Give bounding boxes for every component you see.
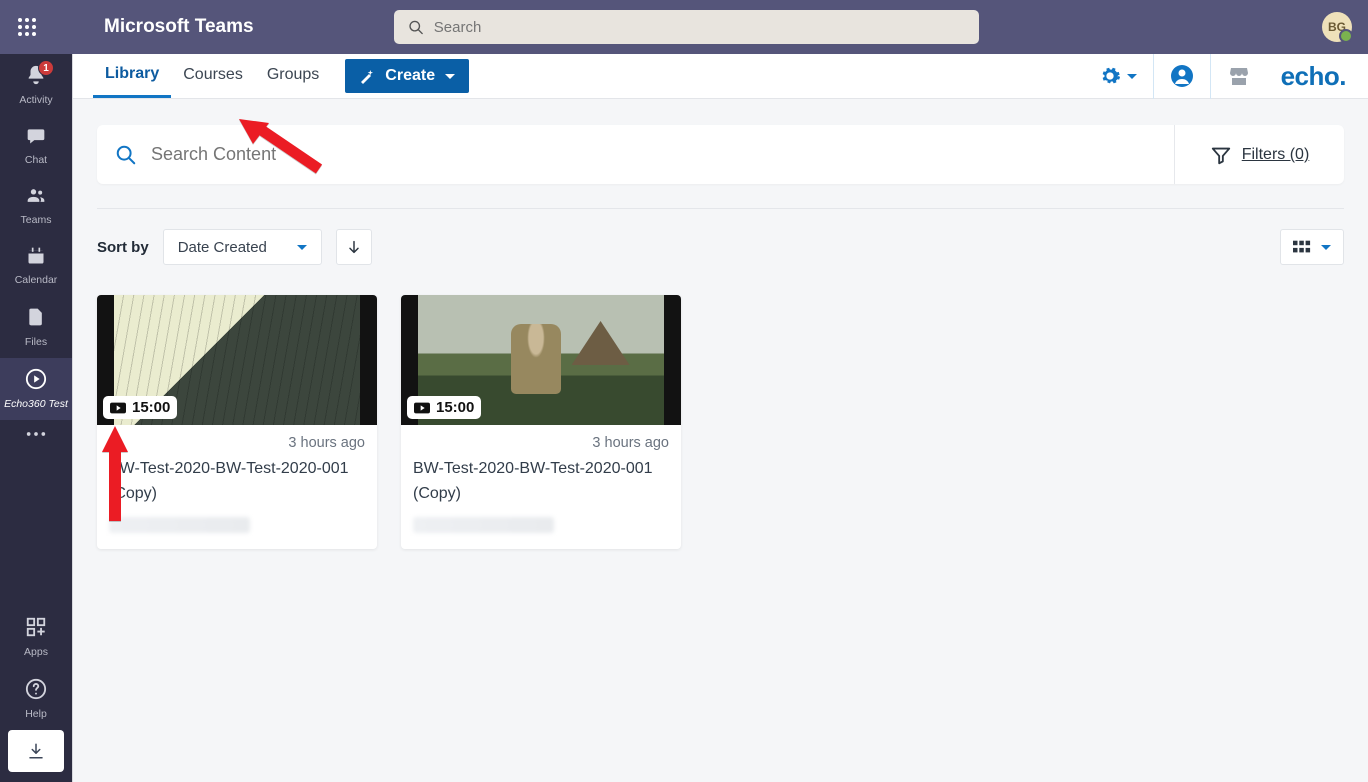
rail-label: Files xyxy=(25,336,47,348)
echo-nav-bar: Library Courses Groups Create echo. xyxy=(73,54,1368,99)
tab-courses[interactable]: Courses xyxy=(171,57,255,96)
card-date: 3 hours ago xyxy=(109,435,365,451)
store-icon xyxy=(1227,64,1251,88)
chevron-down-icon xyxy=(297,245,307,250)
store-button[interactable] xyxy=(1210,54,1267,99)
play-icon xyxy=(414,402,430,414)
sort-direction-button[interactable] xyxy=(336,229,372,265)
profile-menu[interactable]: BG xyxy=(1322,12,1352,42)
rail-label: Teams xyxy=(21,214,52,226)
card-owner-blurred xyxy=(413,517,554,533)
content-area: Library Courses Groups Create echo. xyxy=(72,54,1368,782)
activity-badge: 1 xyxy=(38,60,54,76)
rail-item-help[interactable]: Help xyxy=(0,668,72,730)
media-card[interactable]: 15:00 3 hours ago BW-Test-2020-BW-Test-2… xyxy=(97,295,377,549)
global-search[interactable] xyxy=(394,10,979,44)
teams-top-bar: Microsoft Teams BG xyxy=(0,0,1368,54)
app-rail: 1 Activity Chat Teams Calendar Files Ech… xyxy=(0,54,72,782)
rail-item-apps[interactable]: Apps xyxy=(0,606,72,668)
help-icon xyxy=(25,678,47,700)
settings-button[interactable] xyxy=(1083,54,1153,99)
more-icon xyxy=(25,430,47,438)
rail-item-teams[interactable]: Teams xyxy=(0,176,72,236)
sort-label: Sort by xyxy=(97,239,149,256)
play-icon xyxy=(110,402,126,414)
create-label: Create xyxy=(385,67,435,85)
sort-toolbar: Sort by Date Created xyxy=(97,229,1344,265)
thumbnail: 15:00 xyxy=(97,295,377,425)
rail-item-calendar[interactable]: Calendar xyxy=(0,236,72,296)
user-icon xyxy=(1170,64,1194,88)
arrow-down-icon xyxy=(346,238,362,256)
echo-logo[interactable]: echo. xyxy=(1267,54,1368,99)
download-button[interactable] xyxy=(8,730,64,772)
calendar-icon xyxy=(25,246,47,266)
wand-icon xyxy=(359,68,375,84)
media-card[interactable]: 15:00 3 hours ago BW-Test-2020-BW-Test-2… xyxy=(401,295,681,549)
card-date: 3 hours ago xyxy=(413,435,669,451)
rail-item-activity[interactable]: 1 Activity xyxy=(0,54,72,116)
tab-groups[interactable]: Groups xyxy=(255,57,331,96)
chat-icon xyxy=(25,126,47,146)
tab-library[interactable]: Library xyxy=(93,56,171,98)
annotation-arrow xyxy=(100,426,130,526)
view-switcher[interactable] xyxy=(1280,229,1344,265)
download-icon xyxy=(27,741,45,761)
avatar-initials: BG xyxy=(1328,20,1346,34)
chevron-down-icon xyxy=(1321,245,1331,250)
rail-label: Help xyxy=(25,708,47,720)
duration-badge: 15:00 xyxy=(103,396,177,419)
rail-label: Activity xyxy=(19,94,52,106)
filter-icon xyxy=(1210,144,1232,166)
rail-label: Echo360 Test xyxy=(4,398,68,410)
thumbnail: 15:00 xyxy=(401,295,681,425)
annotation-arrow xyxy=(239,119,329,184)
rail-label: Apps xyxy=(24,646,48,658)
rail-item-more[interactable] xyxy=(0,420,72,450)
filters-label: Filters (0) xyxy=(1242,146,1310,164)
duration-text: 15:00 xyxy=(436,399,474,416)
search-icon xyxy=(115,144,137,166)
app-title: Microsoft Teams xyxy=(104,16,254,38)
file-icon xyxy=(26,306,46,328)
rail-label: Calendar xyxy=(15,274,58,286)
echo-app-icon xyxy=(25,368,47,390)
rail-item-chat[interactable]: Chat xyxy=(0,116,72,176)
app-launcher[interactable] xyxy=(0,0,54,54)
chevron-down-icon xyxy=(1127,74,1137,79)
account-button[interactable] xyxy=(1153,54,1210,99)
grid-view-icon xyxy=(1293,240,1311,254)
teams-icon xyxy=(24,186,48,206)
logo-text: echo xyxy=(1281,61,1340,92)
rail-label: Chat xyxy=(25,154,47,166)
apps-icon xyxy=(25,616,47,638)
avatar: BG xyxy=(1322,12,1352,42)
waffle-icon xyxy=(18,18,36,36)
card-title: BW-Test-2020-BW-Test-2020-001 (Copy) xyxy=(413,457,669,507)
sort-select[interactable]: Date Created xyxy=(163,229,322,265)
card-owner-blurred xyxy=(109,517,250,533)
gear-icon xyxy=(1099,65,1121,87)
filters-button[interactable]: Filters (0) xyxy=(1174,125,1344,184)
search-icon xyxy=(408,19,424,36)
chevron-down-icon xyxy=(445,74,455,79)
sort-value: Date Created xyxy=(178,239,267,256)
divider xyxy=(97,208,1344,209)
rail-item-files[interactable]: Files xyxy=(0,296,72,358)
content-grid: 15:00 3 hours ago BW-Test-2020-BW-Test-2… xyxy=(97,295,1344,549)
create-button[interactable]: Create xyxy=(345,59,469,93)
global-search-input[interactable] xyxy=(434,19,965,36)
duration-badge: 15:00 xyxy=(407,396,481,419)
card-title: BW-Test-2020-BW-Test-2020-001 (Copy) xyxy=(109,457,365,507)
duration-text: 15:00 xyxy=(132,399,170,416)
rail-item-echo360[interactable]: Echo360 Test xyxy=(0,358,72,420)
